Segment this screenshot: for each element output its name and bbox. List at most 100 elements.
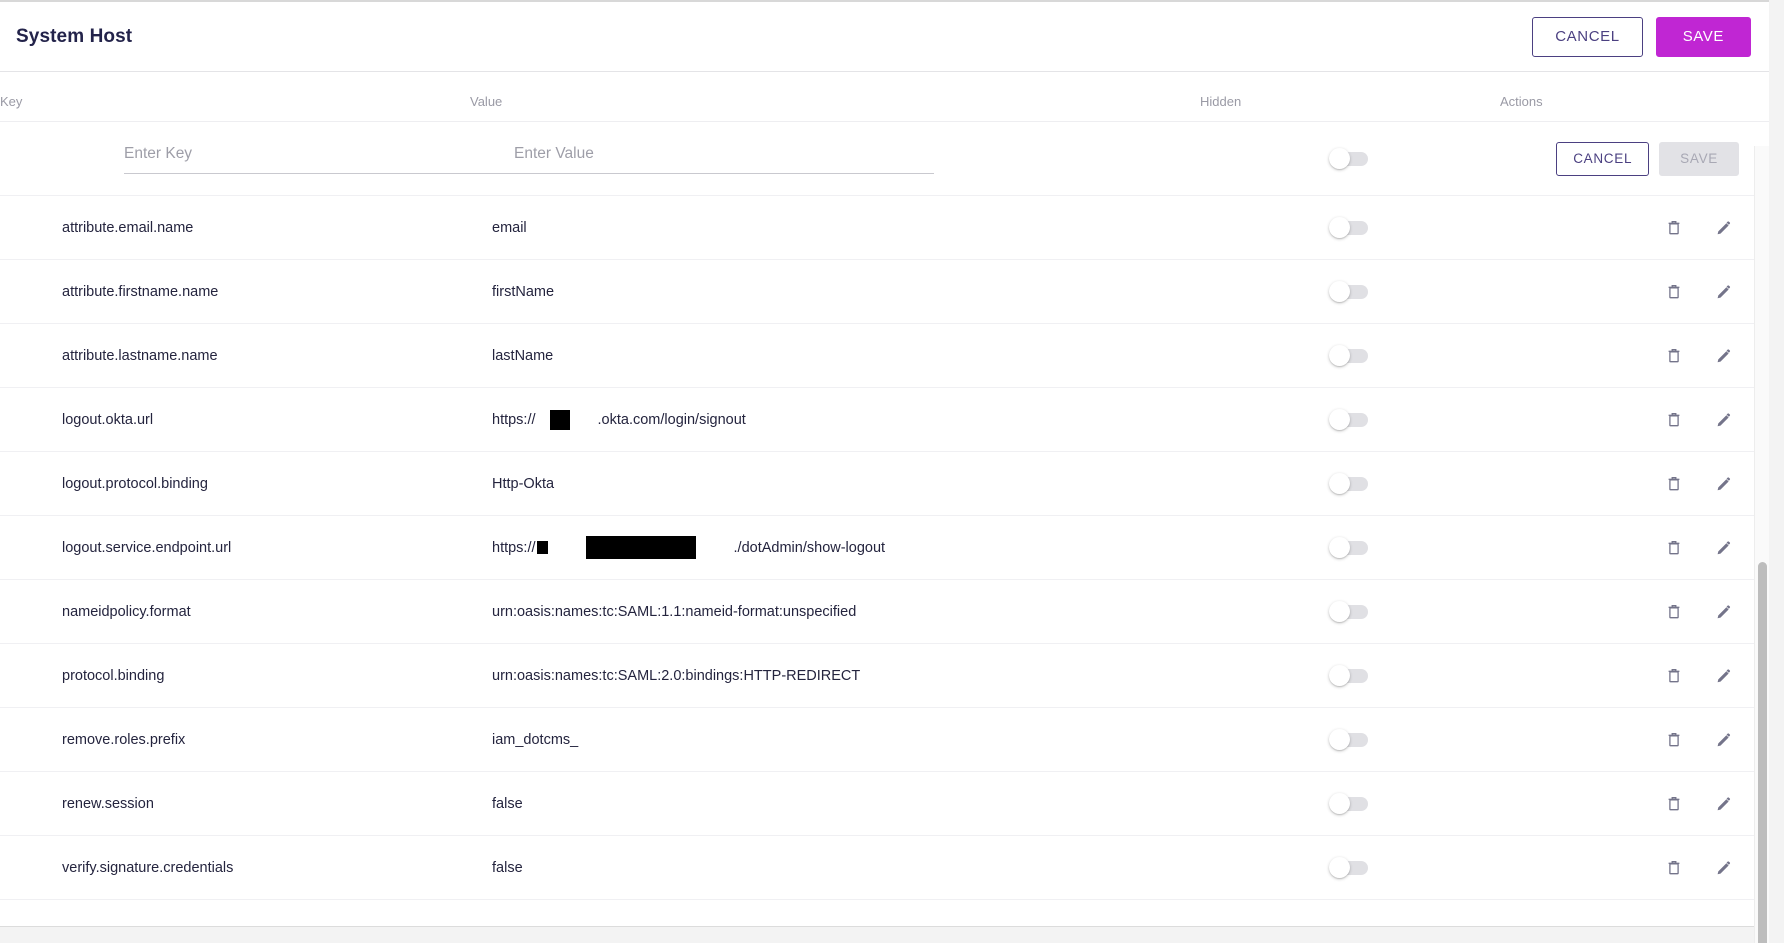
trash-icon[interactable] <box>1659 853 1689 883</box>
property-value: iam_dotcms_ <box>470 708 1200 772</box>
pencil-icon[interactable] <box>1709 405 1739 435</box>
pencil-icon[interactable] <box>1709 661 1739 691</box>
toggle-thumb <box>1329 729 1350 750</box>
hidden-toggle[interactable] <box>1332 413 1368 427</box>
new-property-hidden-cell <box>1200 122 1500 196</box>
column-header-value: Value <box>470 72 1200 122</box>
property-actions <box>1500 708 1769 772</box>
hidden-toggle[interactable] <box>1332 285 1368 299</box>
property-hidden <box>1200 836 1500 900</box>
properties-card: Key Value Hidden Actions <box>0 72 1769 927</box>
trash-icon[interactable] <box>1659 725 1689 755</box>
property-key: protocol.binding <box>0 644 470 708</box>
vertical-scrollbar[interactable] <box>1754 146 1769 943</box>
redaction-block <box>586 536 696 559</box>
property-hidden <box>1200 260 1500 324</box>
pencil-icon[interactable] <box>1709 789 1739 819</box>
table-row: attribute.email.nameemail <box>0 196 1769 260</box>
pencil-icon[interactable] <box>1709 853 1739 883</box>
hidden-toggle[interactable] <box>1332 669 1368 683</box>
toggle-thumb <box>1329 601 1350 622</box>
property-actions <box>1500 260 1769 324</box>
property-value: email <box>470 196 1200 260</box>
properties-table: Key Value Hidden Actions <box>0 72 1769 900</box>
property-hidden <box>1200 452 1500 516</box>
save-button[interactable]: SAVE <box>1656 17 1751 57</box>
new-property-actions-cell: CANCEL SAVE <box>1500 122 1769 196</box>
table-row: logout.okta.urlhttps://.okta.com/login/s… <box>0 388 1769 452</box>
toggle-thumb <box>1329 665 1350 686</box>
redacted-value: https://./dotAdmin/show-logout <box>492 536 885 559</box>
hidden-toggle[interactable] <box>1332 349 1368 363</box>
property-value: firstName <box>470 260 1200 324</box>
table-row: attribute.lastname.namelastName <box>0 324 1769 388</box>
pencil-icon[interactable] <box>1709 341 1739 371</box>
property-hidden <box>1200 644 1500 708</box>
property-actions <box>1500 324 1769 388</box>
pencil-icon[interactable] <box>1709 725 1739 755</box>
trash-icon[interactable] <box>1659 277 1689 307</box>
property-hidden <box>1200 196 1500 260</box>
property-key: nameidpolicy.format <box>0 580 470 644</box>
trash-icon[interactable] <box>1659 405 1689 435</box>
toggle-thumb <box>1329 217 1350 238</box>
key-input[interactable] <box>124 144 522 174</box>
trash-icon[interactable] <box>1659 469 1689 499</box>
property-value: urn:oasis:names:tc:SAML:1.1:nameid-forma… <box>470 580 1200 644</box>
toggle-thumb <box>1329 409 1350 430</box>
toggle-thumb <box>1329 793 1350 814</box>
hidden-toggle[interactable] <box>1332 477 1368 491</box>
table-row: attribute.firstname.namefirstName <box>0 260 1769 324</box>
property-key: attribute.lastname.name <box>0 324 470 388</box>
property-key: logout.protocol.binding <box>0 452 470 516</box>
cancel-button[interactable]: CANCEL <box>1532 17 1642 57</box>
new-property-row: CANCEL SAVE <box>0 122 1769 196</box>
property-value: false <box>470 836 1200 900</box>
table-row: nameidpolicy.formaturn:oasis:names:tc:SA… <box>0 580 1769 644</box>
app-shell: System Host CANCEL SAVE Key Value Hidden… <box>0 0 1784 943</box>
header-right-gutter <box>1769 0 1784 72</box>
inline-save-button: SAVE <box>1659 142 1739 176</box>
inline-cancel-button[interactable]: CANCEL <box>1556 142 1649 176</box>
toggle-thumb <box>1329 473 1350 494</box>
property-key: renew.session <box>0 772 470 836</box>
property-value: lastName <box>470 324 1200 388</box>
column-header-hidden: Hidden <box>1200 72 1500 122</box>
scrollbar-thumb[interactable] <box>1758 562 1767 943</box>
table-row: protocol.bindingurn:oasis:names:tc:SAML:… <box>0 644 1769 708</box>
hidden-toggle[interactable] <box>1332 541 1368 555</box>
hidden-toggle[interactable] <box>1332 221 1368 235</box>
table-body: CANCEL SAVE attribute.email.nameemail at… <box>0 122 1769 900</box>
property-value: https://./dotAdmin/show-logout <box>470 516 1200 580</box>
trash-icon[interactable] <box>1659 789 1689 819</box>
column-header-actions: Actions <box>1500 72 1769 122</box>
trash-icon[interactable] <box>1659 213 1689 243</box>
property-hidden <box>1200 580 1500 644</box>
property-hidden <box>1200 388 1500 452</box>
pencil-icon[interactable] <box>1709 597 1739 627</box>
pencil-icon[interactable] <box>1709 469 1739 499</box>
trash-icon[interactable] <box>1659 533 1689 563</box>
hidden-toggle[interactable] <box>1332 733 1368 747</box>
property-actions <box>1500 452 1769 516</box>
trash-icon[interactable] <box>1659 597 1689 627</box>
toggle-thumb <box>1329 148 1350 169</box>
pencil-icon[interactable] <box>1709 533 1739 563</box>
property-hidden <box>1200 516 1500 580</box>
trash-icon[interactable] <box>1659 661 1689 691</box>
trash-icon[interactable] <box>1659 341 1689 371</box>
property-value: https://.okta.com/login/signout <box>470 388 1200 452</box>
hidden-toggle[interactable] <box>1332 605 1368 619</box>
value-suffix: .okta.com/login/signout <box>598 412 746 428</box>
hidden-toggle[interactable] <box>1332 861 1368 875</box>
pencil-icon[interactable] <box>1709 213 1739 243</box>
column-header-key: Key <box>0 72 470 122</box>
property-key: attribute.firstname.name <box>0 260 470 324</box>
table-row: logout.protocol.bindingHttp-Okta <box>0 452 1769 516</box>
hidden-toggle[interactable] <box>1332 797 1368 811</box>
hidden-toggle-new[interactable] <box>1332 152 1368 166</box>
property-key: logout.okta.url <box>0 388 470 452</box>
pencil-icon[interactable] <box>1709 277 1739 307</box>
property-key: logout.service.endpoint.url <box>0 516 470 580</box>
value-input[interactable] <box>514 144 934 174</box>
